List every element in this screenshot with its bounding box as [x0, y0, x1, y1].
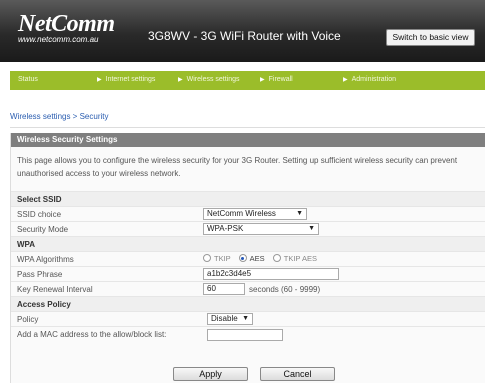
row-key-renewal: Key Renewal Interval 60 seconds (60 - 99…: [11, 281, 485, 296]
wpa-algorithms-radio-group: TKIP AES TKIP AES: [203, 254, 317, 263]
triangle-right-icon: ▶: [178, 77, 183, 83]
key-renewal-label: Key Renewal Interval: [17, 285, 93, 294]
pass-phrase-input[interactable]: a1b2c3d4e5: [203, 268, 339, 280]
nav-item-status[interactable]: Status: [18, 76, 38, 83]
security-mode-select[interactable]: WPA-PSK ▼: [203, 223, 319, 235]
policy-select[interactable]: Disable ▼: [207, 313, 253, 325]
pass-phrase-label: Pass Phrase: [17, 270, 63, 279]
nav-item-internet-settings[interactable]: ▶ Internet settings: [97, 76, 155, 83]
cancel-button[interactable]: Cancel: [260, 367, 335, 381]
radio-tkip[interactable]: [203, 254, 211, 262]
panel-description: This page allows you to configure the wi…: [17, 156, 458, 178]
section-select-ssid: Select SSID: [11, 191, 485, 206]
row-policy: Policy Disable ▼: [11, 311, 485, 326]
switch-to-basic-view-button[interactable]: Switch to basic view: [386, 29, 475, 46]
logo-wordmark: NetComm: [18, 11, 115, 37]
dropdown-arrow-icon: ▼: [242, 315, 249, 322]
row-security-mode: Security Mode WPA-PSK ▼: [11, 221, 485, 236]
header-bar: NetComm www.netcomm.com.au 3G8WV - 3G Wi…: [0, 0, 485, 62]
section-label: Access Policy: [17, 300, 71, 309]
nav-item-label: Administration: [351, 76, 396, 83]
divider: [10, 127, 485, 128]
nav-item-label: Status: [18, 76, 38, 83]
breadcrumb[interactable]: Wireless settings > Security: [10, 112, 108, 121]
security-mode-label: Security Mode: [17, 225, 69, 234]
apply-button[interactable]: Apply: [173, 367, 248, 381]
panel-title: Wireless Security Settings: [11, 133, 485, 147]
nav-item-label: Internet settings: [105, 76, 156, 83]
radio-aes[interactable]: [238, 254, 247, 262]
nav-item-label: Firewall: [268, 76, 293, 83]
mac-address-input[interactable]: [207, 329, 283, 341]
nav-item-firewall[interactable]: ▶ Firewall: [260, 76, 293, 83]
row-wpa-algorithms: WPA Algorithms TKIP AES TKIP AES: [11, 251, 485, 266]
security-mode-value: WPA-PSK: [207, 224, 244, 233]
radio-label: TKIP AES: [283, 254, 317, 263]
nav-item-wireless-settings[interactable]: ▶ Wireless settings: [178, 76, 240, 83]
section-label: WPA: [17, 240, 36, 249]
policy-label: Policy: [17, 315, 39, 324]
nav-item-label: Wireless settings: [186, 76, 240, 83]
radio-label: AES: [249, 254, 265, 263]
triangle-right-icon: ▶: [343, 77, 348, 83]
key-renewal-hint: seconds (60 - 9999): [249, 285, 321, 294]
security-settings-panel: Wireless Security Settings This page all…: [10, 133, 485, 383]
dropdown-arrow-icon: ▼: [296, 210, 303, 217]
netcomm-logo: NetComm www.netcomm.com.au: [18, 11, 115, 44]
row-mac-address: Add a MAC address to the allow/block lis…: [11, 326, 485, 343]
radio-tkip-aes[interactable]: [272, 254, 281, 262]
main-nav: Status ▶ Internet settings ▶ Wireless sett…: [10, 71, 485, 90]
triangle-right-icon: ▶: [97, 77, 102, 83]
dropdown-arrow-icon: ▼: [308, 225, 315, 232]
ssid-choice-select[interactable]: NetComm Wireless ▼: [203, 208, 307, 220]
triangle-right-icon: ▶: [260, 77, 265, 83]
policy-value: Disable: [211, 314, 238, 323]
row-pass-phrase: Pass Phrase a1b2c3d4e5: [11, 266, 485, 281]
mac-address-label: Add a MAC address to the allow/block lis…: [17, 330, 167, 339]
section-label: Select SSID: [17, 195, 62, 204]
ssid-choice-value: NetComm Wireless: [207, 209, 276, 218]
router-title: 3G8WV - 3G WiFi Router with Voice: [148, 29, 341, 43]
ssid-choice-label: SSID choice: [17, 210, 62, 219]
nav-item-administration[interactable]: ▶ Administration: [343, 76, 396, 83]
row-ssid-choice: SSID choice NetComm Wireless ▼: [11, 206, 485, 221]
section-access-policy: Access Policy: [11, 296, 485, 311]
key-renewal-input[interactable]: 60: [203, 283, 245, 295]
radio-label: TKIP: [214, 254, 231, 263]
wpa-algorithms-label: WPA Algorithms: [17, 255, 74, 264]
section-wpa: WPA: [11, 236, 485, 251]
